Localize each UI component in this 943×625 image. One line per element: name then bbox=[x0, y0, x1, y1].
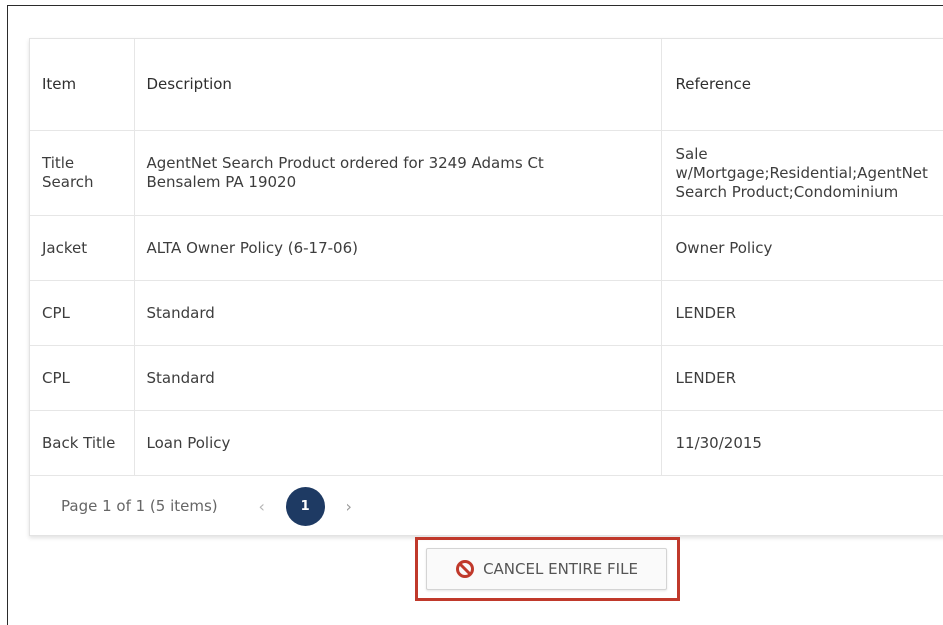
cell-item: Jacket bbox=[30, 215, 135, 281]
cancel-icon bbox=[455, 559, 475, 579]
table-row[interactable]: CPL Standard LENDER bbox=[30, 345, 943, 411]
pager: Page 1 of 1 (5 items) ‹ 1 › bbox=[30, 477, 943, 535]
column-header-item[interactable]: Item bbox=[30, 39, 135, 131]
cell-description: Standard bbox=[134, 280, 662, 346]
table-row[interactable]: Back Title Loan Policy 11/30/2015 bbox=[30, 410, 943, 476]
table-row[interactable]: Title Search AgentNet Search Product ord… bbox=[30, 130, 943, 216]
items-table: Item Description Reference Title Search … bbox=[30, 39, 943, 476]
items-grid: Item Description Reference Title Search … bbox=[29, 38, 943, 536]
cell-reference: LENDER bbox=[661, 280, 943, 346]
pager-info: Page 1 of 1 (5 items) bbox=[61, 497, 218, 515]
chevron-left-icon[interactable]: ‹ bbox=[254, 497, 270, 516]
cancel-entire-file-button[interactable]: CANCEL ENTIRE FILE bbox=[426, 548, 667, 590]
table-row[interactable]: Jacket ALTA Owner Policy (6-17-06) Owner… bbox=[30, 215, 943, 281]
cell-description: ALTA Owner Policy (6-17-06) bbox=[134, 215, 662, 281]
column-header-description[interactable]: Description bbox=[134, 39, 662, 131]
cell-reference: LENDER bbox=[661, 345, 943, 411]
cell-description: Standard bbox=[134, 345, 662, 411]
cancel-button-label: CANCEL ENTIRE FILE bbox=[483, 560, 638, 578]
table-row[interactable]: CPL Standard LENDER bbox=[30, 280, 943, 346]
table-header-row: Item Description Reference bbox=[30, 39, 943, 131]
chevron-right-icon[interactable]: › bbox=[341, 497, 357, 516]
cell-item: CPL bbox=[30, 345, 135, 411]
cell-description: Loan Policy bbox=[134, 410, 662, 476]
cell-description: AgentNet Search Product ordered for 3249… bbox=[134, 130, 662, 216]
cell-reference: Sale w/Mortgage;Residential;AgentNet Sea… bbox=[661, 130, 943, 216]
pager-page-button[interactable]: 1 bbox=[285, 486, 325, 526]
cell-item: CPL bbox=[30, 280, 135, 346]
cell-reference: 11/30/2015 bbox=[661, 410, 943, 476]
cell-item: Back Title bbox=[30, 410, 135, 476]
cell-item: Title Search bbox=[30, 130, 135, 216]
column-header-reference[interactable]: Reference bbox=[661, 39, 943, 131]
cell-reference: Owner Policy bbox=[661, 215, 943, 281]
